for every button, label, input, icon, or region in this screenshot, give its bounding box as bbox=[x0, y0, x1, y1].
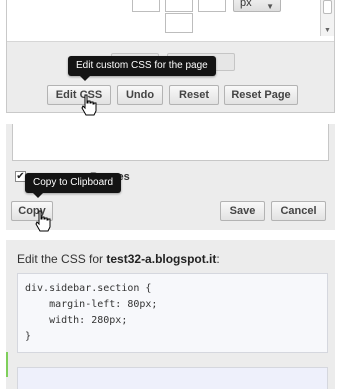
blog-site-name: test32-a.blogspot.it bbox=[106, 252, 217, 266]
scroll-down-icon[interactable]: ▼ bbox=[324, 27, 331, 34]
edit-css-tooltip-text: Edit custom CSS for the page bbox=[76, 60, 208, 71]
css-textarea[interactable] bbox=[12, 124, 329, 161]
unit-select-value: px bbox=[240, 0, 252, 9]
code-line: margin-left: 80px; bbox=[25, 299, 158, 310]
vertical-scrollbar[interactable]: ▼ bbox=[320, 0, 334, 36]
code-line: div.sidebar.section { bbox=[25, 283, 152, 294]
unit-select[interactable]: px ▼ bbox=[233, 0, 281, 12]
code-line: } bbox=[25, 331, 32, 342]
cancel-button[interactable]: Cancel bbox=[271, 201, 326, 221]
dimension-box-1[interactable] bbox=[132, 0, 160, 12]
hand-cursor-icon bbox=[35, 210, 51, 232]
active-line-marker bbox=[6, 352, 8, 377]
edit-css-button[interactable]: Edit CSS bbox=[47, 85, 111, 105]
copy-tooltip-text: Copy to Clipboard bbox=[33, 177, 114, 188]
save-button[interactable]: Save bbox=[220, 201, 265, 221]
dimension-box-2[interactable] bbox=[165, 0, 193, 12]
css-code-editor-secondary[interactable] bbox=[17, 367, 328, 389]
title-prefix: Edit the CSS for bbox=[17, 252, 107, 266]
page-title: Edit the CSS for test32-a.blogspot.it: bbox=[17, 252, 220, 266]
dimension-box-4[interactable] bbox=[165, 13, 193, 33]
copy-tooltip: Copy to Clipboard bbox=[25, 173, 122, 198]
edit-css-tooltip: Edit custom CSS for the page bbox=[68, 56, 216, 81]
tooltip-arrow bbox=[80, 76, 90, 81]
css-editor-panel-bottom: Edit the CSS for test32-a.blogspot.it: d… bbox=[6, 240, 335, 389]
reset-button[interactable]: Reset bbox=[169, 85, 219, 105]
title-suffix: : bbox=[216, 252, 220, 266]
scrollbar-thumb[interactable] bbox=[323, 0, 332, 14]
hand-cursor-icon bbox=[81, 94, 97, 116]
button-bar: Edit CSS Undo Reset Reset Page bbox=[7, 41, 334, 112]
reset-page-button[interactable]: Reset Page bbox=[224, 85, 298, 105]
undo-button[interactable]: Undo bbox=[117, 85, 163, 105]
tooltip-arrow bbox=[33, 193, 43, 198]
dimension-box-3[interactable] bbox=[198, 0, 226, 12]
chevron-down-icon: ▼ bbox=[266, 2, 274, 11]
code-line: width: 280px; bbox=[25, 315, 128, 326]
css-code-editor[interactable]: div.sidebar.section { margin-left: 80px;… bbox=[17, 273, 328, 353]
